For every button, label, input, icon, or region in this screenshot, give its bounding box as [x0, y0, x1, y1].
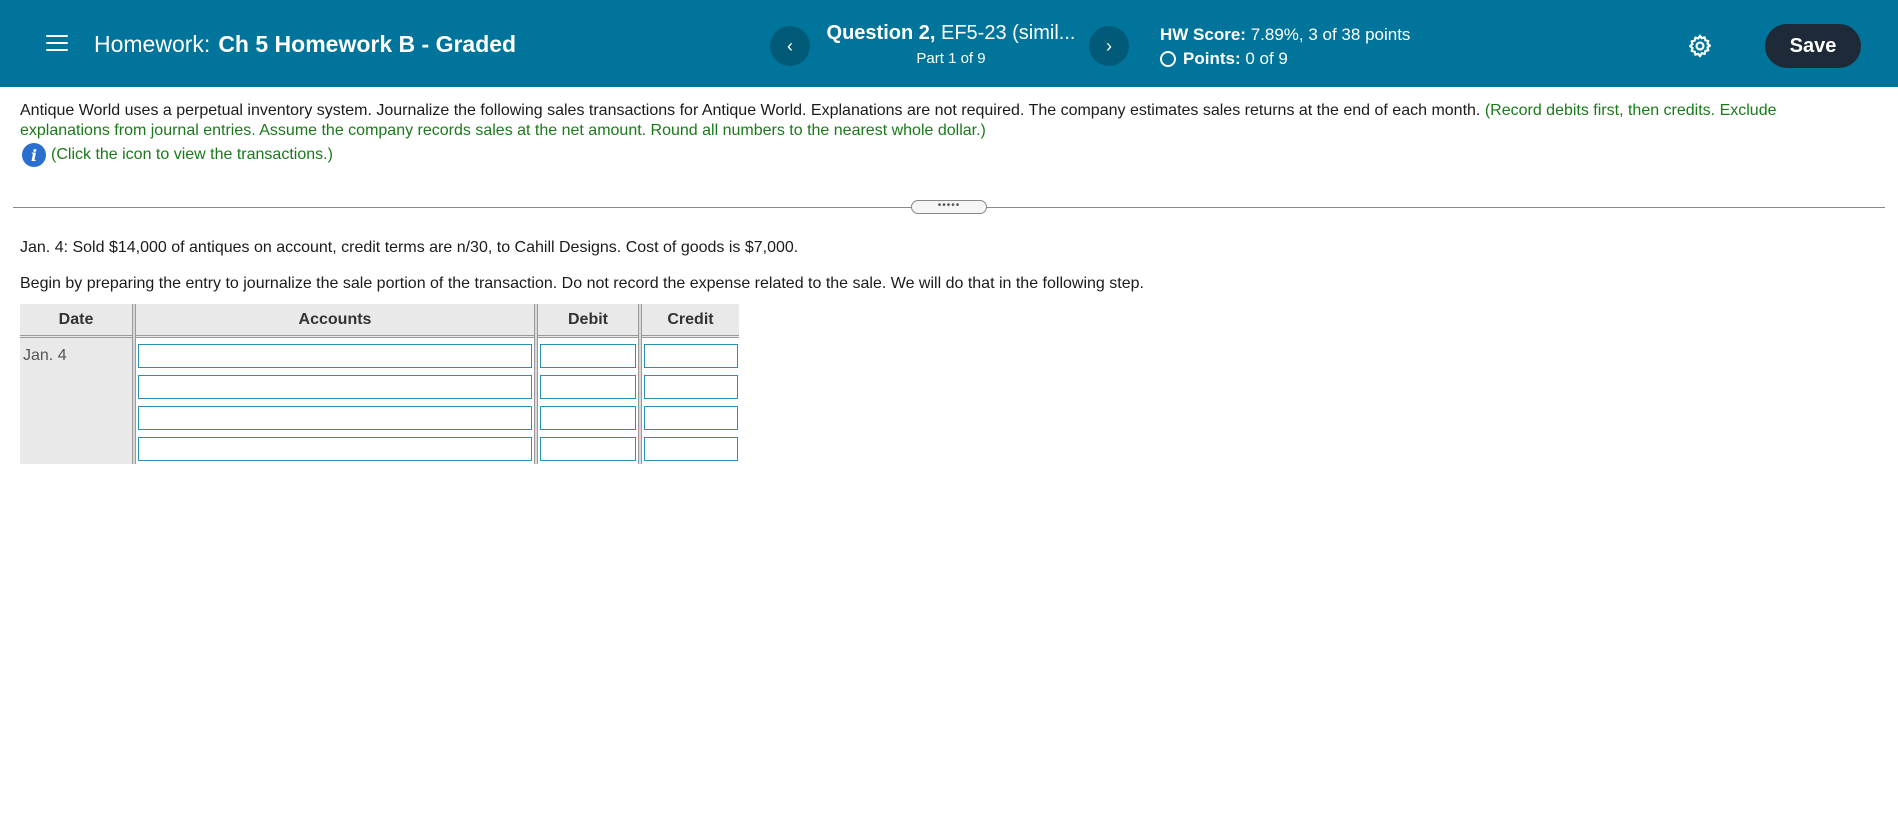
debit-input-row-2[interactable]: [540, 375, 636, 399]
column-header-debit: Debit: [538, 304, 638, 338]
debit-input-row-1[interactable]: [540, 344, 636, 368]
homework-title-prefix: Homework:: [94, 31, 211, 57]
column-separator: [534, 304, 538, 464]
credit-input-row-3[interactable]: [644, 406, 738, 430]
homework-title-name: Ch 5 Homework B - Graded: [218, 31, 517, 57]
credit-input-row-2[interactable]: [644, 375, 738, 399]
question-part: Part 1 of 9: [916, 50, 986, 67]
points-value: 0 of 9: [1245, 49, 1288, 68]
view-transactions-label[interactable]: (Click the icon to view the transactions…: [51, 146, 333, 164]
debit-input-row-3[interactable]: [540, 406, 636, 430]
gear-icon[interactable]: [1687, 33, 1713, 59]
account-input-row-4[interactable]: [138, 437, 532, 461]
question-info: Question 2, EF5-23 (simil... Part 1 of 9: [820, 22, 1082, 67]
homework-title: Homework: Ch 5 Homework B - Graded: [94, 31, 516, 58]
question-id: EF5-23 (simil...: [941, 22, 1076, 44]
save-button[interactable]: Save: [1765, 24, 1861, 68]
points-line: Points: 0 of 9: [1160, 47, 1410, 71]
points-label: Points:: [1183, 49, 1241, 68]
credit-input-row-4[interactable]: [644, 437, 738, 461]
divider-resize-handle[interactable]: •••••: [911, 200, 987, 214]
debit-input-row-4[interactable]: [540, 437, 636, 461]
top-header-bar: Homework: Ch 5 Homework B - Graded ‹ Ques…: [0, 0, 1898, 87]
hamburger-menu-icon[interactable]: [46, 30, 68, 54]
hw-score-label: HW Score:: [1160, 25, 1246, 44]
question-title: Question 2, EF5-23 (simil...: [820, 22, 1082, 45]
account-input-row-2[interactable]: [138, 375, 532, 399]
hw-score-value: 7.89%, 3 of 38 points: [1250, 25, 1411, 44]
view-transactions-link[interactable]: i (Click the icon to view the transactio…: [22, 143, 333, 167]
next-question-button[interactable]: ›: [1089, 26, 1129, 66]
transaction-text: Jan. 4: Sold $14,000 of antiques on acco…: [20, 239, 799, 256]
step-instruction-text: Begin by preparing the entry to journali…: [20, 275, 1144, 292]
question-label: Question 2,: [826, 22, 936, 44]
instructions-main: Antique World uses a perpetual inventory…: [20, 102, 1481, 119]
account-input-row-1[interactable]: [138, 344, 532, 368]
date-cell: Jan. 4: [20, 338, 132, 464]
column-header-date: Date: [20, 304, 132, 338]
column-header-credit: Credit: [642, 304, 739, 338]
credit-input-row-1[interactable]: [644, 344, 738, 368]
score-block: HW Score: 7.89%, 3 of 38 points Points: …: [1160, 23, 1410, 71]
info-icon[interactable]: i: [22, 143, 46, 167]
column-header-accounts: Accounts: [136, 304, 534, 338]
previous-question-button[interactable]: ‹: [770, 26, 810, 66]
column-separator: [638, 304, 642, 464]
column-separator: [132, 304, 136, 464]
hw-score-line: HW Score: 7.89%, 3 of 38 points: [1160, 23, 1410, 47]
circle-status-icon: [1160, 51, 1176, 67]
instructions-text: Antique World uses a perpetual inventory…: [20, 101, 1870, 141]
account-input-row-3[interactable]: [138, 406, 532, 430]
